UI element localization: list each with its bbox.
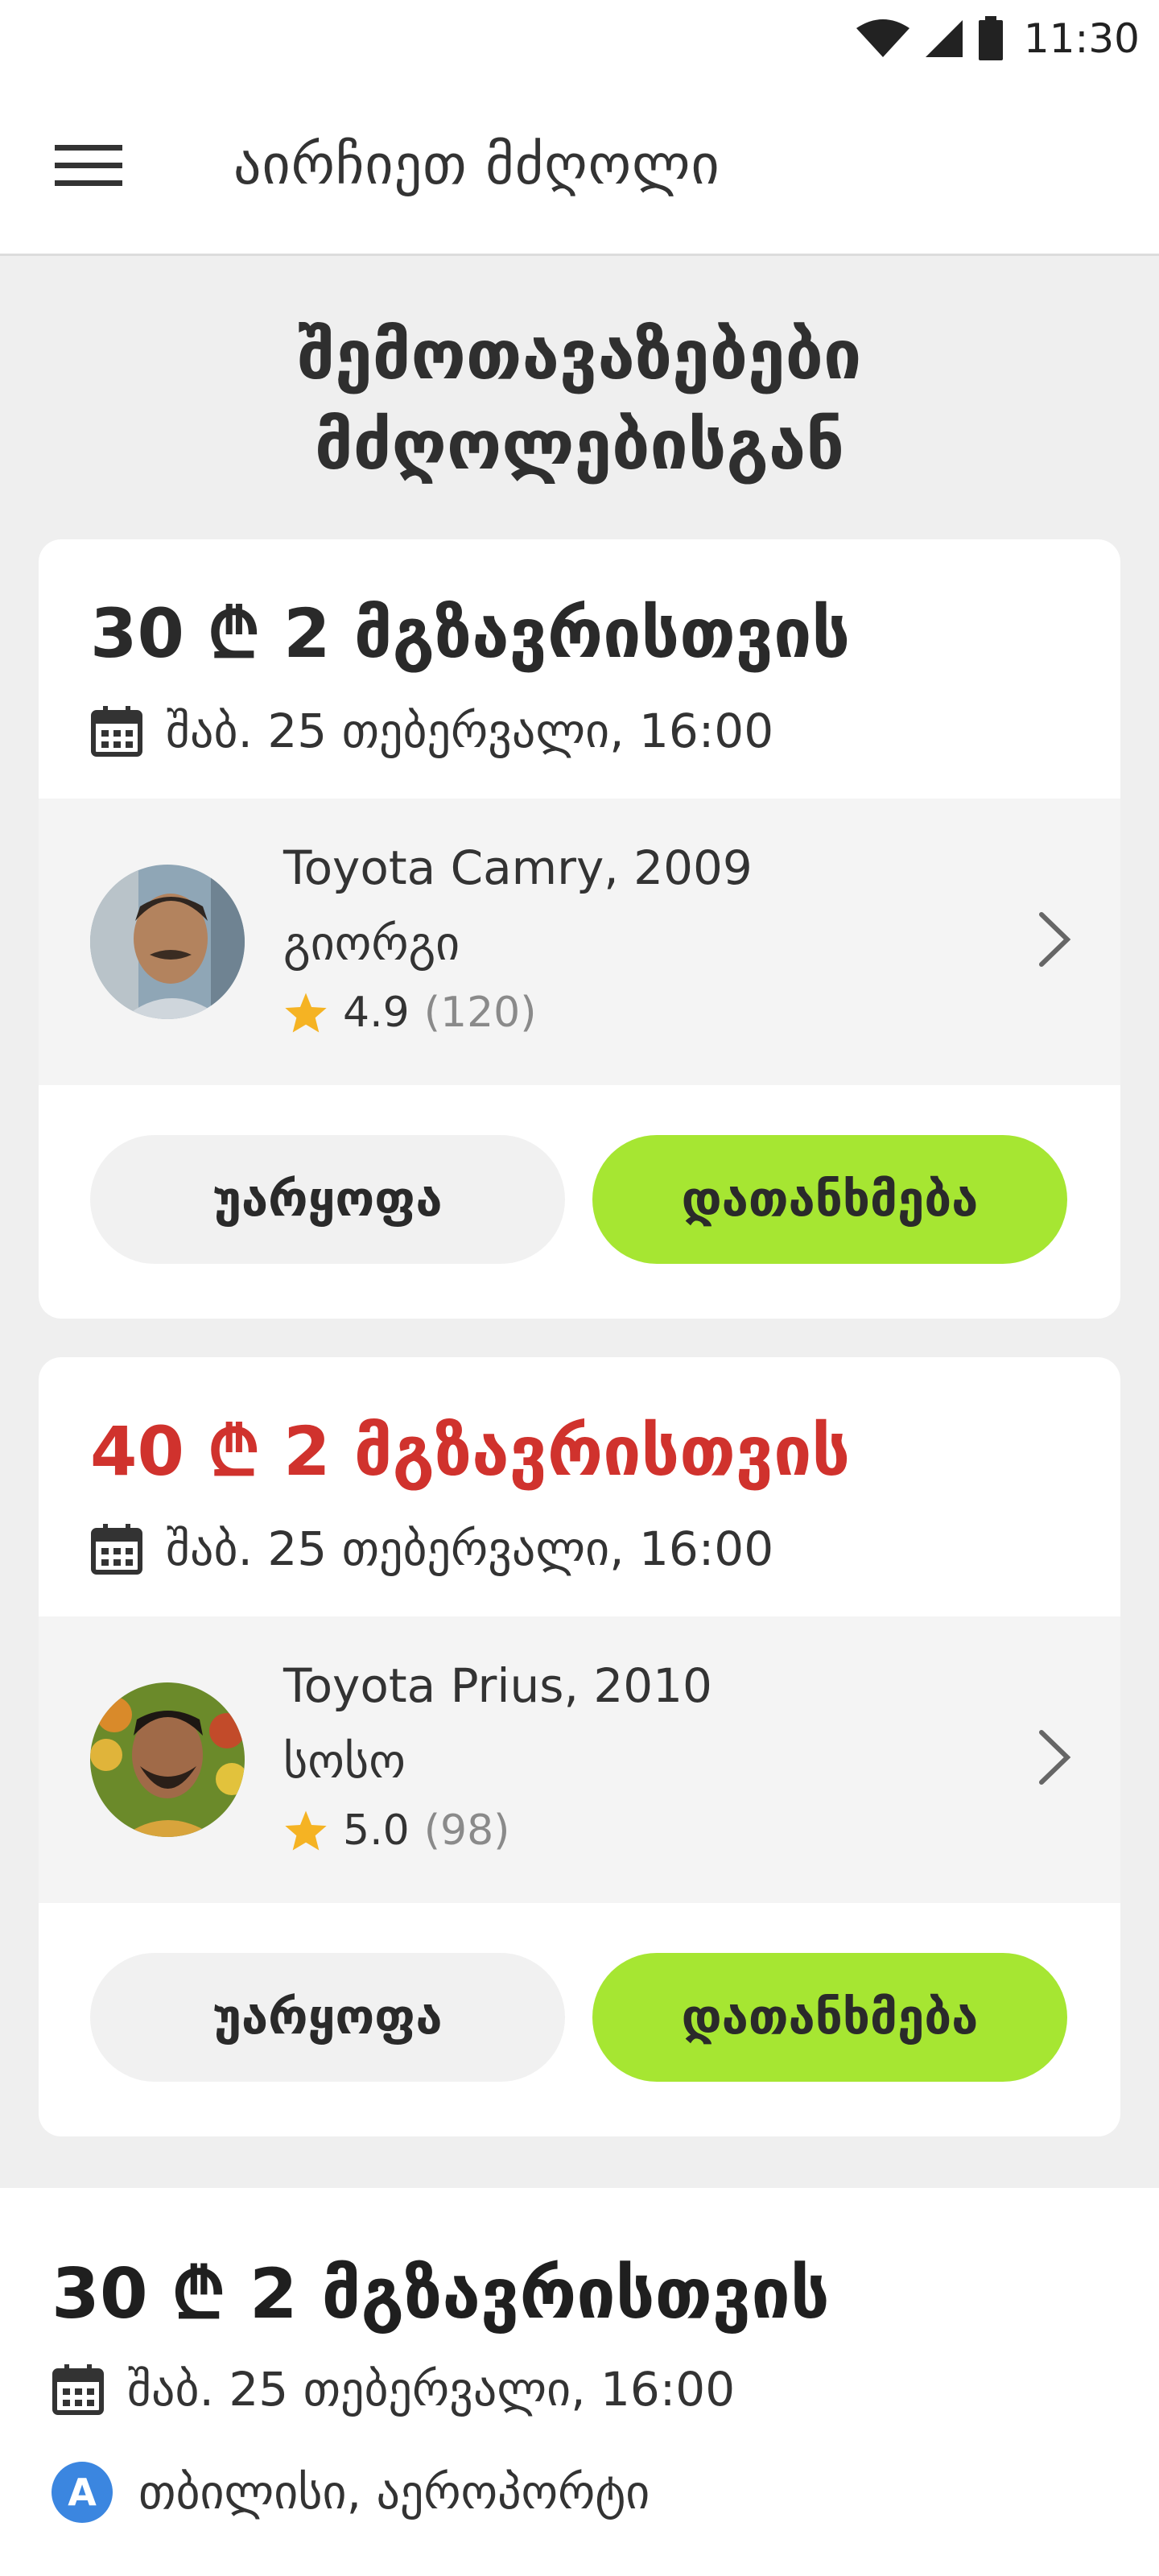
trip-origin-text: თბილისი, აეროპორტი <box>138 2465 650 2520</box>
car-model: Toyota Prius, 2010 <box>283 1658 712 1713</box>
offer-date: შაბ. 25 თებერვალი, 16:00 <box>90 704 773 758</box>
offer-card: 40 ₾ 2 მგზავრისთვის შაბ. 25 თებერვალი, 1… <box>39 1357 1120 2136</box>
rating-value: 5.0 <box>343 1806 410 1855</box>
wifi-icon <box>856 19 909 57</box>
trip-date-text: შაბ. 25 თებერვალი, 16:00 <box>127 2362 736 2417</box>
star-icon <box>285 993 327 1033</box>
decline-button[interactable]: უარყოფა <box>90 1953 565 2082</box>
status-icons: 11:30 <box>855 15 1140 62</box>
offer-card: 30 ₾ 2 მგზავრისთვის შაბ. 25 თებერვალი, 1… <box>39 539 1120 1319</box>
page-title-line-2: მძღოლებისგან <box>314 406 845 485</box>
rating-count: (120) <box>423 989 537 1037</box>
trip-origin: A თბილისი, აეროპორტი <box>52 2462 650 2523</box>
menu-icon <box>55 144 122 186</box>
driver-rating: 4.9 (120) <box>283 989 537 1037</box>
accept-button[interactable]: დათანხმება <box>592 1135 1067 1264</box>
calendar-icon <box>91 706 142 757</box>
trip-price: 30 ₾ 2 მგზავრისთვის <box>52 2254 830 2334</box>
calendar-icon <box>52 2364 104 2415</box>
offer-date-text: შაბ. 25 თებერვალი, 16:00 <box>166 1521 774 1576</box>
status-time: 11:30 <box>1023 15 1140 62</box>
calendar-icon <box>91 1524 142 1575</box>
menu-button[interactable] <box>48 77 129 254</box>
battery-icon <box>978 16 1003 60</box>
accept-button[interactable]: დათანხმება <box>592 1953 1067 2082</box>
trip-date: შაბ. 25 თებერვალი, 16:00 <box>52 2362 735 2417</box>
car-model: Toyota Camry, 2009 <box>283 840 753 895</box>
chevron-right-icon <box>1039 1730 1071 1785</box>
star-icon <box>285 1810 327 1851</box>
avatar <box>90 865 245 1019</box>
offer-date: შაბ. 25 თებერვალი, 16:00 <box>90 1521 773 1576</box>
rating-value: 4.9 <box>343 989 410 1037</box>
app-title: აირჩიეთ მძღოლი <box>233 134 720 197</box>
page-title-line-1: შემოთავაზებები <box>297 316 862 394</box>
offer-date-text: შაბ. 25 თებერვალი, 16:00 <box>166 704 774 758</box>
driver-name: გიორგი <box>283 916 460 971</box>
trip-summary-sheet[interactable]: 30 ₾ 2 მგზავრისთვის შაბ. 25 თებერვალი, 1… <box>0 2188 1159 2576</box>
page-title: შემოთავაზებები მძღოლებისგან <box>0 310 1159 490</box>
app-bar: აირჩიეთ მძღოლი <box>0 77 1159 256</box>
rating-count: (98) <box>423 1806 510 1855</box>
chevron-right-icon <box>1039 912 1071 967</box>
driver-name: სოსო <box>283 1734 406 1789</box>
signal-icon <box>925 20 963 57</box>
avatar <box>90 1682 245 1837</box>
decline-button[interactable]: უარყოფა <box>90 1135 565 1264</box>
driver-row[interactable]: Toyota Prius, 2010 სოსო 5.0 (98) <box>39 1616 1120 1903</box>
driver-row[interactable]: Toyota Camry, 2009 გიორგი 4.9 (120) <box>39 799 1120 1085</box>
status-bar: 11:30 <box>0 0 1159 77</box>
offer-price: 30 ₾ 2 მგზავრისთვის <box>90 594 851 673</box>
driver-rating: 5.0 (98) <box>283 1806 509 1855</box>
location-a-badge: A <box>52 2462 113 2523</box>
offer-price: 40 ₾ 2 მგზავრისთვის <box>90 1412 851 1491</box>
